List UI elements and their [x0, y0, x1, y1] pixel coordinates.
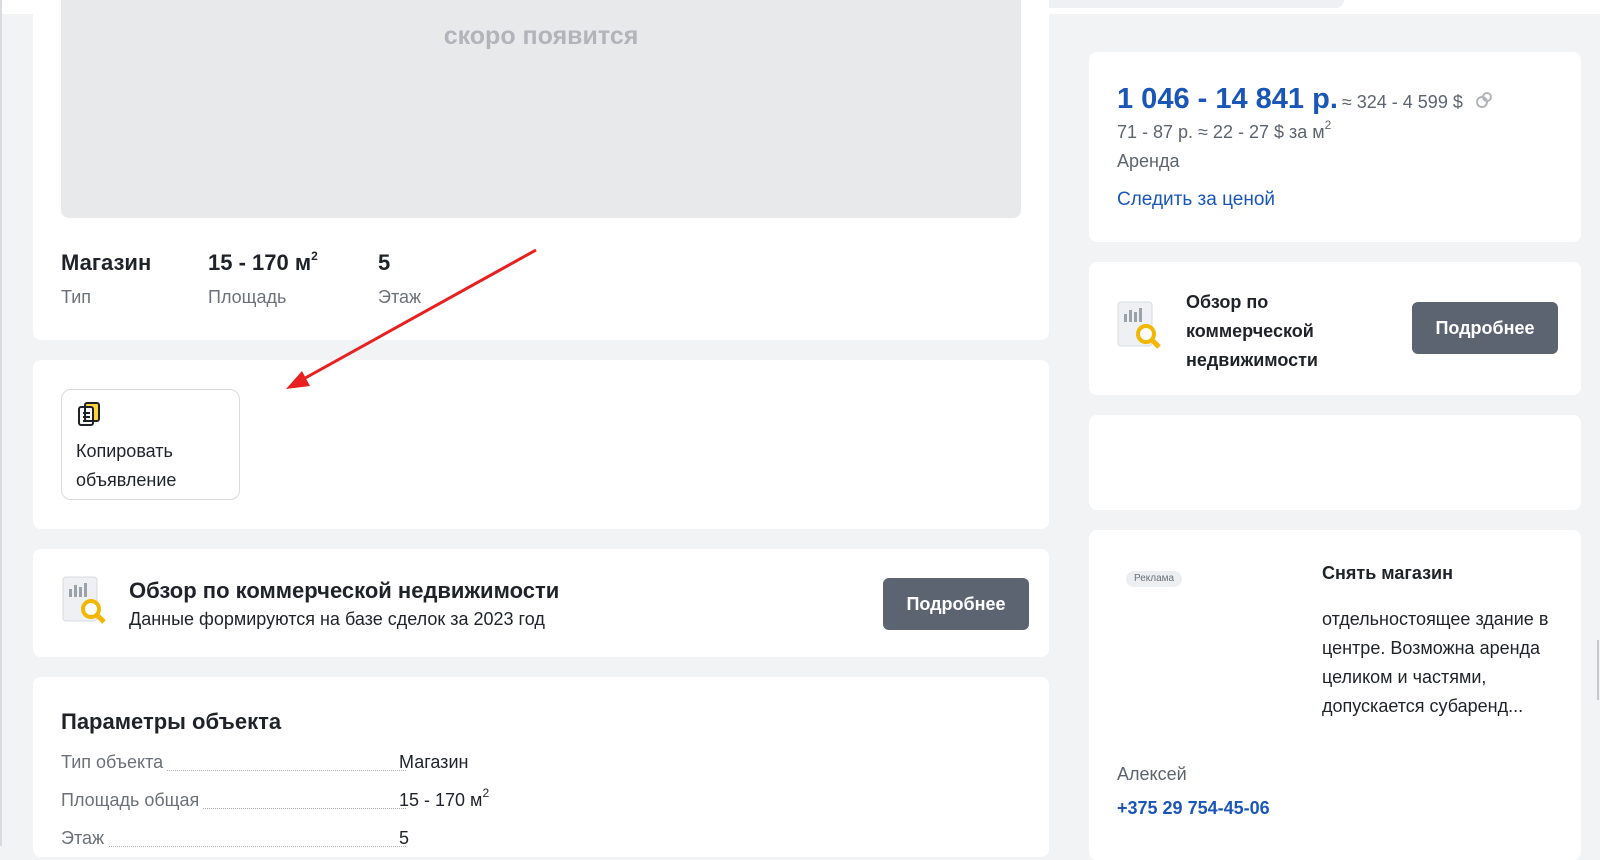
param-key: Тип объекта	[61, 752, 168, 773]
param-value: 15 - 170 м2	[399, 786, 490, 810]
overview-title: Обзор по коммерческой недвижимости	[129, 578, 560, 603]
sidebar-empty-card	[1089, 415, 1581, 510]
param-value: Магазин	[399, 752, 469, 772]
ad-phone-link[interactable]: +375 29 754-45-06	[1117, 798, 1270, 819]
currency-info-icon[interactable]	[1475, 84, 1493, 117]
price-per-m2: 71 - 87 р. ≈ 22 - 27 $ за м2	[1117, 118, 1332, 142]
report-magnifier-icon	[61, 575, 107, 627]
ad-description: отдельностоящее здание в центре. Возможн…	[1322, 609, 1549, 716]
sidebar-overview-details-button[interactable]: Подробнее	[1412, 302, 1558, 354]
price-range: 1 046 - 14 841 р. ≈ 324 - 4 599 $	[1117, 83, 1493, 117]
ad-title[interactable]: Снять магазин	[1322, 563, 1453, 584]
price-byn: 1 046 - 14 841 р.	[1117, 83, 1338, 115]
deal-type: Аренда	[1117, 151, 1180, 171]
param-row-floor: Этаж 5	[61, 828, 501, 856]
param-key: Площадь общая	[61, 790, 204, 811]
watch-price-link[interactable]: Следить за ценой	[1117, 189, 1275, 211]
price-usd: ≈ 324 - 4 599 $	[1341, 92, 1463, 112]
overview-subtitle: Данные формируются на базе сделок за 202…	[129, 609, 545, 629]
price-card	[1089, 52, 1581, 242]
sidebar-overview-title: Обзор по коммерческой недвижимости	[1186, 292, 1318, 370]
report-magnifier-icon	[1116, 300, 1162, 352]
param-row-type: Тип объекта Магазин	[61, 752, 501, 780]
ad-badge: Реклама	[1126, 571, 1183, 587]
overview-details-button[interactable]: Подробнее	[883, 578, 1029, 630]
params-title: Параметры объекта	[61, 709, 282, 734]
param-row-area: Площадь общая 15 - 170 м2	[61, 786, 501, 818]
ad-seller-name: Алексей	[1117, 764, 1187, 784]
